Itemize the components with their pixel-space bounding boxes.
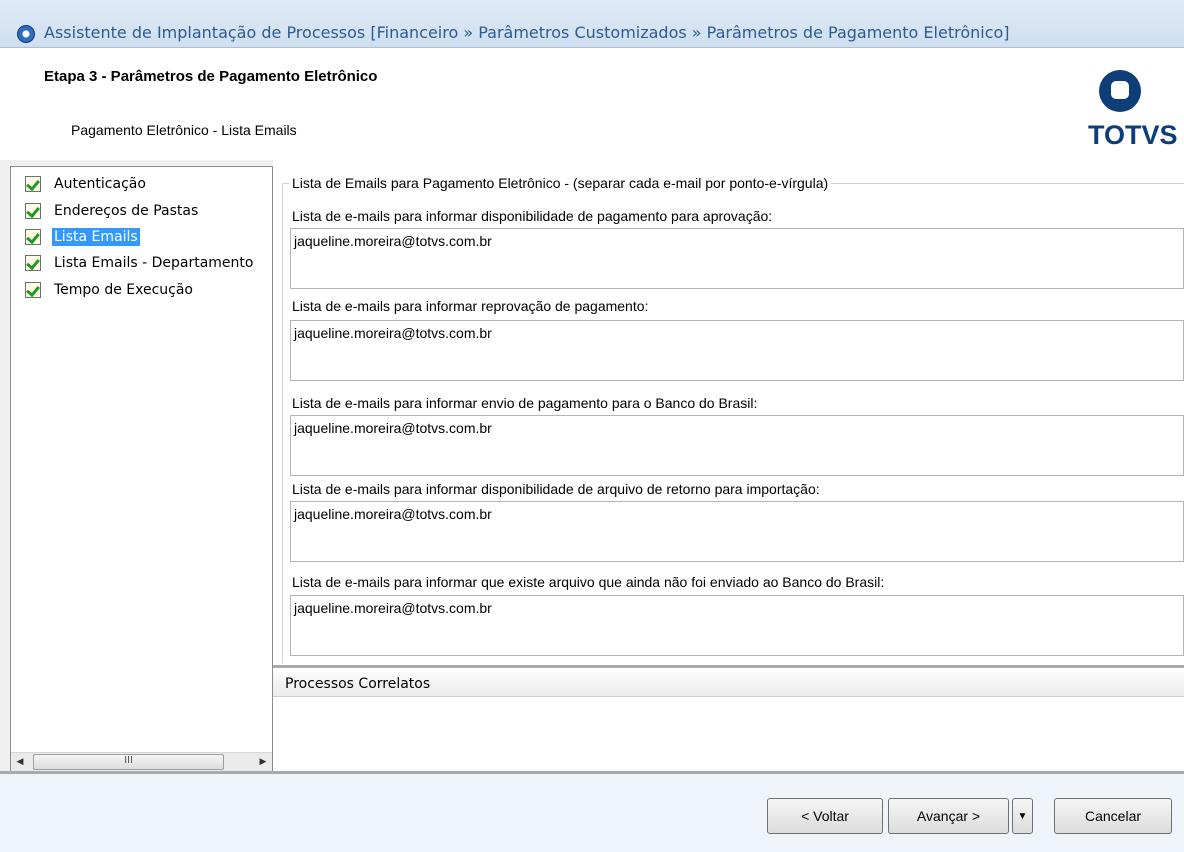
step-title: Etapa 3 - Parâmetros de Pagamento Eletrô… bbox=[44, 68, 378, 85]
back-button-label: < Voltar bbox=[801, 808, 849, 824]
steps-tree[interactable]: Autenticação Endereços de Pastas Lista E… bbox=[10, 166, 273, 772]
check-icon bbox=[25, 229, 41, 245]
tree-item-label: Autenticação bbox=[54, 176, 146, 192]
cancel-button[interactable]: Cancelar bbox=[1054, 798, 1172, 834]
tree-item-enderecos-de-pastas[interactable]: Endereços de Pastas bbox=[25, 201, 200, 221]
wizard-header: Etapa 3 - Parâmetros de Pagamento Eletrô… bbox=[0, 48, 1184, 160]
check-icon bbox=[25, 203, 41, 219]
next-dropdown-button[interactable]: ▼ bbox=[1012, 798, 1033, 834]
window-title: Assistente de Implantação de Processos [… bbox=[44, 23, 1010, 42]
field-label-retorno: Lista de e-mails para informar disponibi… bbox=[292, 481, 820, 497]
field-label-aprovacao: Lista de e-mails para informar disponibi… bbox=[292, 208, 773, 224]
email-field-envio[interactable]: jaqueline.moreira@totvs.com.br bbox=[290, 415, 1184, 476]
tree-item-label: Endereços de Pastas bbox=[54, 203, 199, 219]
scroll-thumb[interactable]: III bbox=[33, 754, 224, 770]
horizontal-scrollbar[interactable]: ◀ III ▶ bbox=[11, 752, 272, 771]
totvs-logo-icon bbox=[1099, 70, 1141, 112]
tree-item-label: Lista Emails - Departamento bbox=[54, 255, 254, 271]
check-icon bbox=[25, 176, 41, 192]
step-subtitle: Pagamento Eletrônico - Lista Emails bbox=[71, 122, 297, 138]
group-legend: Lista de Emails para Pagamento Eletrônic… bbox=[289, 175, 832, 191]
email-field-retorno[interactable]: jaqueline.moreira@totvs.com.br bbox=[290, 501, 1184, 562]
email-field-reprovacao[interactable]: jaqueline.moreira@totvs.com.br bbox=[290, 320, 1184, 381]
back-button[interactable]: < Voltar bbox=[767, 798, 883, 834]
tree-item-label: Lista Emails bbox=[52, 228, 140, 246]
tree-item-lista-emails-departamento[interactable]: Lista Emails - Departamento bbox=[25, 253, 255, 273]
next-button[interactable]: Avançar > bbox=[888, 798, 1009, 834]
tree-item-autenticacao[interactable]: Autenticação bbox=[25, 174, 148, 194]
related-processes-label: Processos Correlatos bbox=[285, 676, 431, 692]
related-processes-header: Processos Correlatos bbox=[273, 672, 1184, 697]
next-button-label: Avançar > bbox=[916, 808, 981, 824]
email-field-aprovacao[interactable]: jaqueline.moreira@totvs.com.br bbox=[290, 228, 1184, 289]
title-bar: Assistente de Implantação de Processos [… bbox=[0, 0, 1184, 48]
totvs-logo: TOTVS bbox=[1088, 62, 1184, 158]
tree-item-lista-emails[interactable]: Lista Emails bbox=[25, 227, 140, 247]
tree-item-tempo-de-execucao[interactable]: Tempo de Execução bbox=[25, 280, 195, 300]
wizard-footer: < Voltar Avançar > ▼ Cancelar bbox=[0, 774, 1184, 852]
main-content: Lista de Emails para Pagamento Eletrônic… bbox=[273, 160, 1184, 773]
scroll-left-icon[interactable]: ◀ bbox=[11, 753, 29, 771]
field-label-nao-enviado: Lista de e-mails para informar que exist… bbox=[292, 574, 885, 590]
totvs-logo-text: TOTVS bbox=[1088, 120, 1178, 150]
check-icon bbox=[25, 255, 41, 271]
field-label-reprovacao: Lista de e-mails para informar reprovaçã… bbox=[292, 298, 649, 314]
check-icon bbox=[25, 282, 41, 298]
scroll-right-icon[interactable]: ▶ bbox=[254, 753, 272, 771]
chevron-down-icon: ▼ bbox=[1017, 810, 1028, 822]
cancel-button-label: Cancelar bbox=[1084, 808, 1142, 824]
email-field-nao-enviado[interactable]: jaqueline.moreira@totvs.com.br bbox=[290, 595, 1184, 656]
app-icon bbox=[17, 25, 35, 43]
panel-splitter[interactable] bbox=[273, 665, 1184, 668]
tree-item-label: Tempo de Execução bbox=[54, 282, 194, 298]
field-label-envio: Lista de e-mails para informar envio de … bbox=[292, 395, 758, 411]
